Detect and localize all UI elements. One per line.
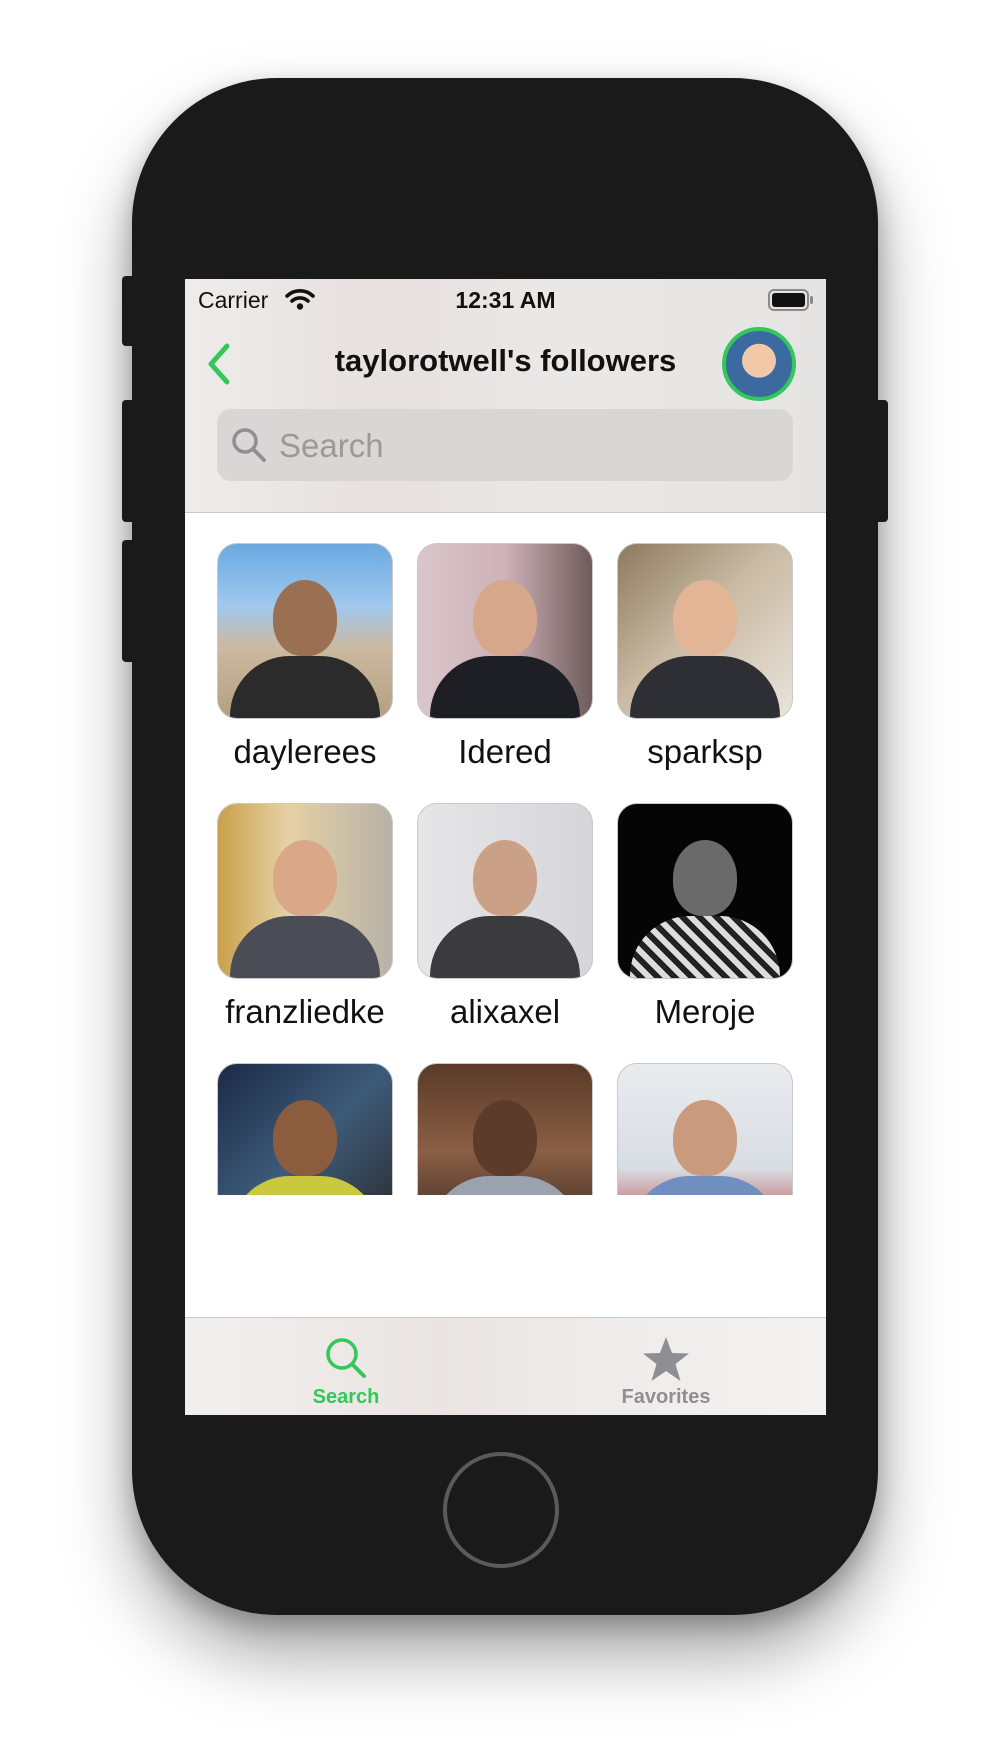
follower-avatar <box>617 803 793 979</box>
star-icon <box>642 1336 690 1387</box>
follower-username: daylerees <box>233 733 377 770</box>
user-avatar[interactable] <box>722 327 796 401</box>
tab-label: Favorites <box>621 1386 711 1408</box>
search-bar[interactable] <box>217 409 793 483</box>
search-icon <box>231 427 267 468</box>
battery-icon <box>768 289 814 316</box>
follower-avatar <box>417 803 593 979</box>
follower-avatar <box>417 543 593 719</box>
follower-username: Idered <box>458 733 552 770</box>
follower-cell[interactable]: Idered <box>417 543 593 771</box>
status-time: 12:31 AM <box>455 287 556 313</box>
header-area: Carrier 12:31 AM taylorotwell's follower… <box>185 279 826 513</box>
status-bar: Carrier 12:31 AM <box>185 279 826 321</box>
followers-grid: daylerees Idered sparksp franzliedke ali… <box>185 513 826 1195</box>
follower-username: sparksp <box>647 733 763 770</box>
follower-avatar <box>617 543 793 719</box>
tab-bar: Search Favorites <box>185 1317 826 1415</box>
follower-avatar <box>217 1063 393 1195</box>
follower-cell[interactable]: sumardi <box>217 1063 393 1195</box>
follower-username: franzliedke <box>225 993 385 1030</box>
follower-cell[interactable]: franzliedke <box>217 803 393 1031</box>
power-button <box>874 400 888 522</box>
follower-cell[interactable]: Meroje <box>617 803 793 1031</box>
tab-favorites[interactable]: Favorites <box>586 1318 746 1415</box>
follower-avatar <box>217 543 393 719</box>
follower-cell[interactable]: daylerees <box>217 543 393 771</box>
follower-username: alixaxel <box>449 993 561 1030</box>
follower-avatar <box>617 1063 793 1195</box>
follower-username: Meroje <box>654 993 756 1030</box>
follower-cell[interactable]: alixaxel <box>417 803 593 1031</box>
follower-cell[interactable]: sparksp <box>617 543 793 771</box>
follower-cell[interactable]: banago <box>617 1063 793 1195</box>
screen: Carrier 12:31 AM taylorotwell's follower… <box>185 279 826 1415</box>
home-button[interactable] <box>443 1452 559 1568</box>
follower-avatar <box>217 803 393 979</box>
volume-up-button <box>122 400 136 522</box>
mute-switch <box>122 276 136 346</box>
follower-cell[interactable]: chonthu <box>417 1063 593 1195</box>
follower-avatar <box>417 1063 593 1195</box>
search-icon <box>324 1336 368 1385</box>
volume-down-button <box>122 540 136 662</box>
tab-label: Search <box>312 1386 380 1408</box>
search-input[interactable] <box>277 409 781 483</box>
tab-search[interactable]: Search <box>266 1318 426 1415</box>
